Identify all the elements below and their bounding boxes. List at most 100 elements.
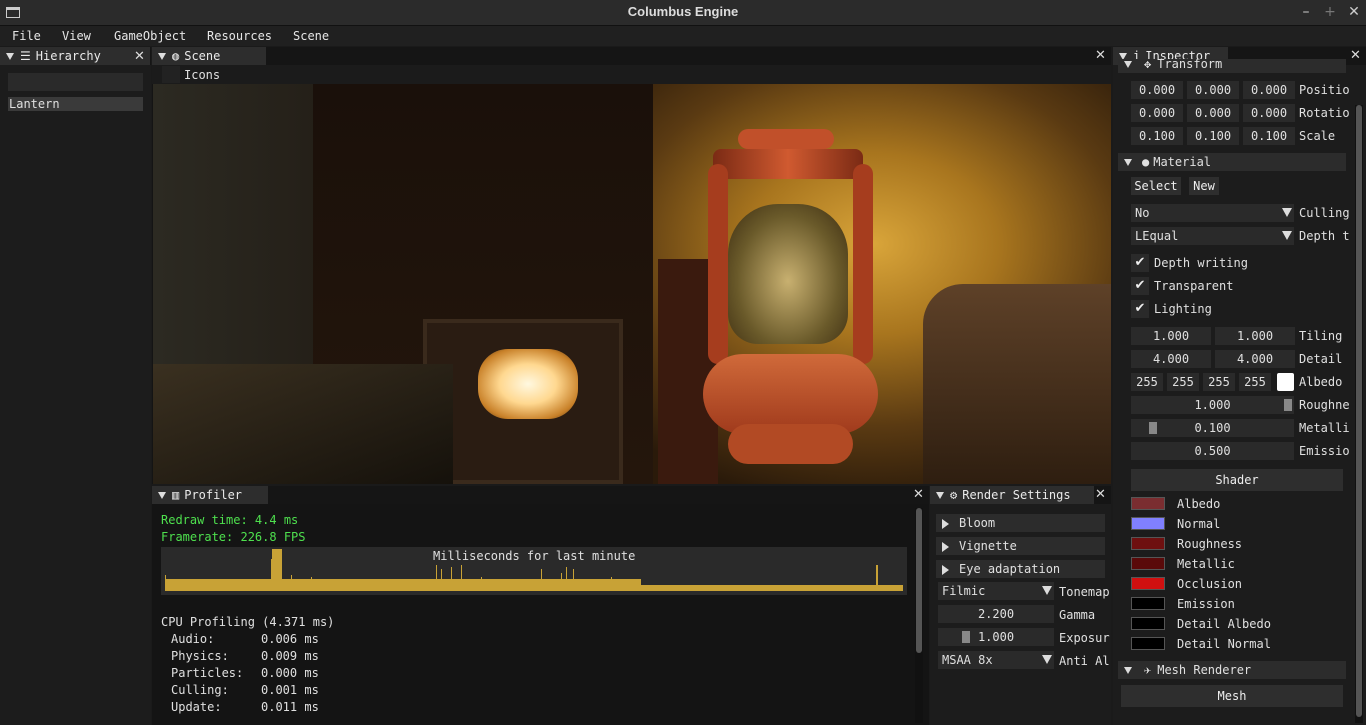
tab-scene[interactable]: ◍ Scene	[152, 47, 266, 65]
list-icon: ☰	[20, 49, 31, 63]
eye-adaptation-section[interactable]: Eye adaptation	[936, 560, 1105, 578]
depth-writing-checkbox[interactable]: ✔	[1131, 254, 1149, 272]
tab-render-settings[interactable]: ⚙ Render Settings	[930, 486, 1094, 504]
detail-x-field[interactable]: 4.000	[1131, 350, 1211, 368]
graph-bar	[441, 569, 442, 591]
slider-grab[interactable]	[1284, 399, 1292, 411]
cpu-row-name: Physics:	[171, 649, 229, 663]
mesh-renderer-header[interactable]: ✈ Mesh Renderer	[1118, 661, 1346, 679]
texture-label: Detail Albedo	[1177, 617, 1271, 631]
close-icon[interactable]: ✕	[1095, 48, 1106, 63]
collapse-icon[interactable]	[158, 492, 166, 499]
close-icon[interactable]: ✕	[134, 48, 145, 66]
slider-grab[interactable]	[1149, 422, 1157, 434]
maximize-icon[interactable]: +	[1322, 4, 1338, 20]
rotation-z-field[interactable]: 0.000	[1243, 104, 1295, 122]
metallic-texture-thumb[interactable]	[1131, 557, 1165, 570]
menu-gameobject[interactable]: GameObject	[114, 29, 186, 43]
tonemap-select[interactable]: Filmic	[938, 582, 1054, 600]
scale-z-field[interactable]: 0.100	[1243, 127, 1295, 145]
texture-label: Detail Normal	[1177, 637, 1271, 651]
roughness-slider[interactable]: 1.000	[1131, 396, 1294, 414]
detail-y-field[interactable]: 4.000	[1215, 350, 1295, 368]
hierarchy-item-lantern[interactable]: Lantern	[8, 97, 143, 111]
emission-field[interactable]: 0.500	[1131, 442, 1294, 460]
rotation-x-field[interactable]: 0.000	[1131, 104, 1183, 122]
depth-test-select[interactable]: LEqual	[1131, 227, 1294, 245]
transform-header[interactable]: ✥ Transform	[1118, 59, 1346, 73]
gamma-field[interactable]: 2.200	[938, 605, 1054, 623]
roughness-texture-thumb[interactable]	[1131, 537, 1165, 550]
albedo-color-swatch[interactable]	[1277, 373, 1294, 391]
slider-value: 0.100	[1194, 421, 1231, 435]
tab-label: Hierarchy	[35, 49, 101, 63]
slider-grab[interactable]	[962, 631, 970, 643]
collapse-icon[interactable]	[158, 53, 166, 60]
close-icon[interactable]: ✕	[1350, 48, 1361, 63]
emission-texture-thumb[interactable]	[1131, 597, 1165, 610]
position-z-field[interactable]: 0.000	[1243, 81, 1295, 99]
collapse-icon[interactable]	[6, 53, 14, 60]
occlusion-texture-thumb[interactable]	[1131, 577, 1165, 590]
albedo-texture-thumb[interactable]	[1131, 497, 1165, 510]
detail-albedo-texture-thumb[interactable]	[1131, 617, 1165, 630]
section-label: Bloom	[959, 516, 996, 530]
albedo-a-field[interactable]: 255	[1239, 373, 1271, 391]
vignette-section[interactable]: Vignette	[936, 537, 1105, 555]
scale-y-field[interactable]: 0.100	[1187, 127, 1239, 145]
mesh-button[interactable]: Mesh	[1121, 685, 1343, 707]
hierarchy-search-input[interactable]	[8, 73, 143, 91]
scene-viewport[interactable]	[153, 84, 1111, 484]
material-header[interactable]: ● Material	[1118, 153, 1346, 171]
culling-select[interactable]: No	[1131, 204, 1294, 222]
anti-aliasing-select[interactable]: MSAA 8x	[938, 651, 1054, 669]
inspector-scrollbar[interactable]	[1355, 105, 1363, 723]
albedo-r-field[interactable]: 255	[1131, 373, 1163, 391]
tiling-x-field[interactable]: 1.000	[1131, 327, 1211, 345]
material-new-button[interactable]: New	[1189, 177, 1219, 195]
tab-profiler[interactable]: ▥ Profiler	[152, 486, 268, 504]
material-select-button[interactable]: Select	[1131, 177, 1181, 195]
menu-file[interactable]: File	[12, 29, 41, 43]
close-icon[interactable]: ✕	[1346, 4, 1362, 20]
detail-normal-texture-thumb[interactable]	[1131, 637, 1165, 650]
normal-texture-thumb[interactable]	[1131, 517, 1165, 530]
albedo-g-field[interactable]: 255	[1167, 373, 1199, 391]
lighting-checkbox[interactable]: ✔	[1131, 300, 1149, 318]
bloom-section[interactable]: Bloom	[936, 514, 1105, 532]
profiler-scrollbar[interactable]	[915, 508, 923, 723]
collapse-icon[interactable]	[936, 492, 944, 499]
depth-test-label: Depth t	[1299, 229, 1350, 243]
position-y-field[interactable]: 0.000	[1187, 81, 1239, 99]
graph-bar	[165, 575, 166, 591]
icons-checkbox[interactable]	[162, 66, 180, 83]
gear-icon: ⚙	[950, 488, 958, 502]
scale-x-field[interactable]: 0.100	[1131, 127, 1183, 145]
tab-hierarchy[interactable]: ☰ Hierarchy ✕	[0, 47, 150, 65]
minimize-icon[interactable]: –	[1298, 4, 1314, 20]
texture-label: Normal	[1177, 517, 1221, 531]
transparent-checkbox[interactable]: ✔	[1131, 277, 1149, 295]
rotation-y-field[interactable]: 0.000	[1187, 104, 1239, 122]
menu-scene[interactable]: Scene	[293, 29, 329, 43]
menu-resources[interactable]: Resources	[207, 29, 272, 43]
close-icon[interactable]: ✕	[1095, 487, 1106, 502]
tiling-y-field[interactable]: 1.000	[1215, 327, 1295, 345]
exposure-slider[interactable]: 1.000	[938, 628, 1054, 646]
cpu-row-value: 0.011 ms	[261, 700, 319, 714]
detail-label: Detail	[1299, 352, 1343, 366]
albedo-b-field[interactable]: 255	[1203, 373, 1235, 391]
shader-button[interactable]: Shader	[1131, 469, 1343, 491]
graph-bar	[272, 549, 282, 591]
collapse-icon	[1124, 159, 1132, 166]
chart-icon: ▥	[172, 488, 180, 502]
render-settings-panel: ⚙ Render Settings ✕ Bloom Vignette Eye ad…	[930, 486, 1111, 725]
position-x-field[interactable]: 0.000	[1131, 81, 1183, 99]
metallic-slider[interactable]: 0.100	[1131, 419, 1294, 437]
menu-bar: File View GameObject Resources Scene	[0, 26, 1366, 46]
menu-view[interactable]: View	[62, 29, 91, 43]
graph-bar	[573, 569, 574, 591]
roughness-label: Roughne	[1299, 398, 1350, 412]
title-bar: Columbus Engine – + ✕	[0, 0, 1366, 26]
close-icon[interactable]: ✕	[913, 487, 924, 502]
